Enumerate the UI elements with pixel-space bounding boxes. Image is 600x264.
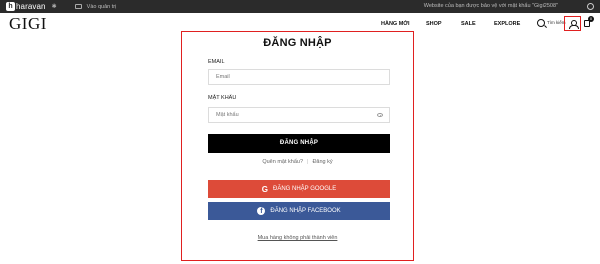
admin-link[interactable]: Vào quản trị [74,3,117,10]
forgot-password-link[interactable]: Quên mật khẩu? [262,159,303,165]
google-login-label: ĐĂNG NHẬP GOOGLE [272,186,337,192]
admin-link-label: Vào quản trị [86,3,117,10]
account-button[interactable] [564,16,581,31]
admin-bar: h haravan ✱ Vào quản trị Website của bạn… [0,0,600,13]
auth-links: Quên mật khẩu? | Đăng ký [182,159,413,165]
login-title: ĐĂNG NHẬP [263,37,332,49]
gear-icon[interactable] [587,3,594,10]
facebook-login-button[interactable]: f ĐĂNG NHẬP FACEBOOK [208,202,390,220]
site-logo[interactable]: GIGI [9,14,47,34]
eye-icon[interactable] [377,113,383,117]
google-login-button[interactable]: G ĐĂNG NHẬP GOOGLE [208,180,390,198]
register-link[interactable]: Đăng ký [312,159,332,165]
nav-item-explore[interactable]: EXPLORE [494,13,520,35]
dashboard-icon [74,4,82,9]
user-icon [568,19,579,29]
password-placeholder: Mật khẩu [216,112,239,118]
link-separator: | [307,159,309,165]
nav-item-shop[interactable]: SHOP [426,13,442,35]
password-label: MẬT KHẨU [208,95,237,101]
login-button[interactable]: ĐĂNG NHẬP [208,134,390,153]
pin-icon[interactable]: ✱ [52,3,57,10]
search-label[interactable]: Tìm kiếm [547,13,566,33]
haravan-icon: h [6,2,15,11]
search-icon[interactable] [537,19,545,27]
password-protect-message: Website của bạn được bảo vệ với mật khẩu… [423,3,558,9]
haravan-logo[interactable]: h haravan [6,0,46,13]
google-icon: G [261,184,268,194]
haravan-brand: haravan [16,2,46,11]
login-form: ĐĂNG NHẬP EMAIL MẬT KHẨU Mật khẩu ĐĂNG N… [181,31,414,261]
guest-checkout-link[interactable]: Mua hàng không phải thành viên [182,235,413,241]
password-field[interactable]: Mật khẩu [208,107,390,123]
nav-item-sale[interactable]: SALE [461,13,476,35]
facebook-login-label: ĐĂNG NHẬP FACEBOOK [270,208,341,214]
cart-count-badge: 0 [588,16,594,22]
email-label: EMAIL [208,59,225,65]
email-field[interactable] [208,69,390,85]
facebook-icon: f [257,207,266,215]
